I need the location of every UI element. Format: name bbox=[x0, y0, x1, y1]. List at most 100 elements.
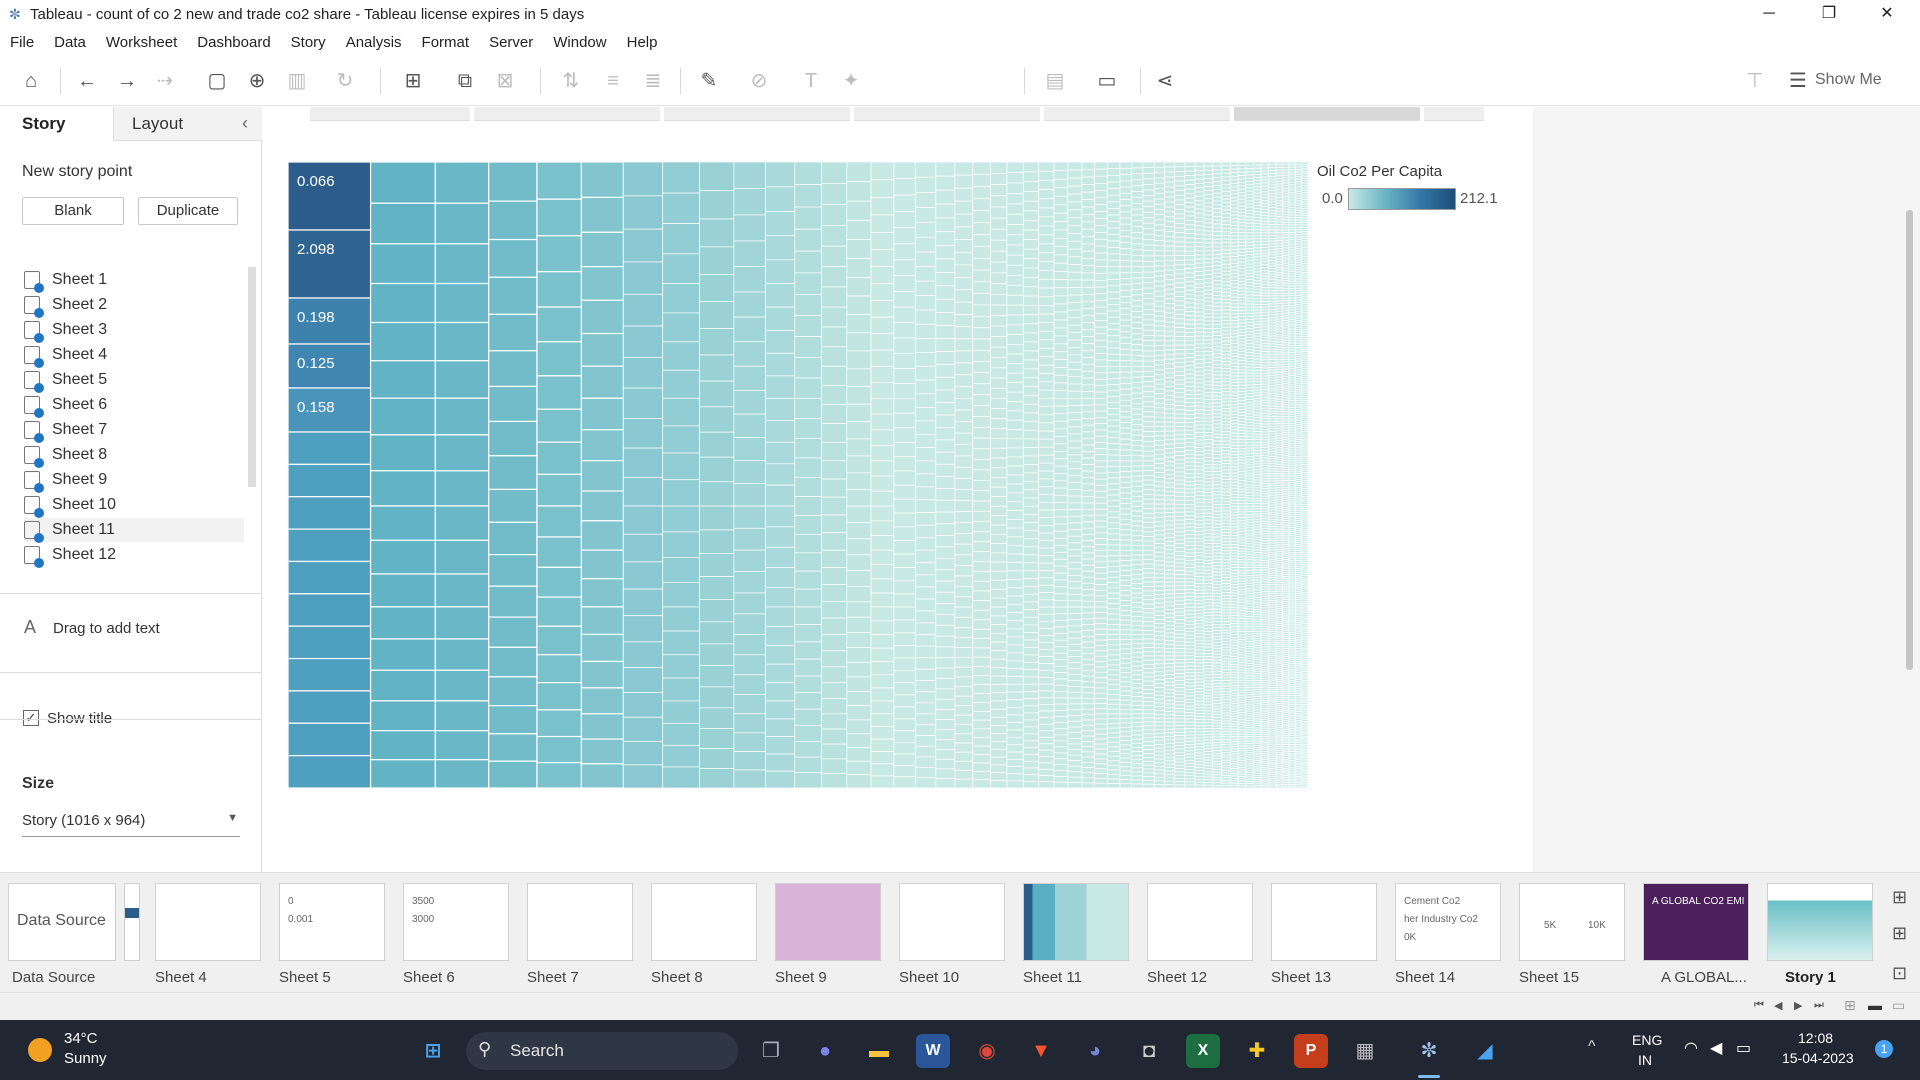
treemap-cell[interactable] bbox=[1203, 293, 1214, 299]
treemap-cell[interactable] bbox=[1081, 670, 1095, 677]
treemap-cell[interactable] bbox=[1221, 580, 1231, 585]
treemap-cell[interactable] bbox=[1142, 672, 1155, 678]
treemap-cell[interactable] bbox=[954, 533, 973, 545]
treemap-cell[interactable] bbox=[1203, 305, 1214, 310]
treemap-cell[interactable] bbox=[1038, 584, 1055, 593]
treemap-cell[interactable] bbox=[622, 293, 664, 327]
treemap-cell[interactable] bbox=[1237, 491, 1247, 496]
treemap-cell[interactable] bbox=[1230, 721, 1239, 725]
treemap-cell[interactable] bbox=[536, 375, 583, 410]
treemap-cell[interactable] bbox=[1237, 602, 1247, 606]
treemap-cell[interactable] bbox=[1194, 473, 1205, 478]
treemap-cell[interactable] bbox=[1260, 619, 1269, 623]
treemap-cell[interactable] bbox=[1268, 198, 1277, 203]
treemap-cell[interactable] bbox=[1094, 197, 1108, 205]
treemap-cell[interactable] bbox=[990, 304, 1008, 317]
treemap-cell[interactable] bbox=[1203, 417, 1214, 422]
treemap-cell[interactable] bbox=[1153, 747, 1165, 753]
treemap-cell[interactable] bbox=[1237, 687, 1247, 691]
treemap-cell[interactable] bbox=[1142, 629, 1155, 635]
treemap-cell[interactable] bbox=[1230, 658, 1239, 662]
treemap-cell[interactable] bbox=[1153, 776, 1165, 782]
treemap-cell[interactable] bbox=[1212, 367, 1222, 372]
treemap-cell[interactable] bbox=[954, 314, 973, 328]
treemap-cell[interactable] bbox=[733, 694, 766, 715]
treemap-cell[interactable] bbox=[1237, 605, 1247, 609]
treemap-cell[interactable] bbox=[1230, 700, 1239, 704]
treemap-cell[interactable] bbox=[1268, 521, 1277, 525]
treemap-cell[interactable] bbox=[1023, 472, 1040, 482]
treemap-cell[interactable] bbox=[1184, 658, 1196, 663]
treemap-cell[interactable] bbox=[1081, 214, 1095, 223]
treemap-cell[interactable] bbox=[1081, 647, 1095, 654]
treemap-cell[interactable] bbox=[1119, 549, 1132, 556]
treemap-cell[interactable] bbox=[1245, 360, 1254, 365]
treemap-cell[interactable] bbox=[1260, 397, 1269, 401]
treemap-cell[interactable] bbox=[1164, 707, 1175, 712]
treemap-cell[interactable] bbox=[1221, 299, 1231, 304]
treemap-cell[interactable] bbox=[1203, 742, 1214, 747]
treemap-cell[interactable] bbox=[893, 753, 916, 766]
treemap-cell[interactable] bbox=[1245, 590, 1254, 594]
treemap-cell[interactable] bbox=[870, 349, 895, 367]
treemap-cell[interactable] bbox=[1067, 488, 1083, 497]
treemap-cell[interactable] bbox=[1260, 318, 1269, 322]
treemap-cell[interactable] bbox=[972, 372, 991, 385]
treemap-cell[interactable] bbox=[1260, 550, 1269, 554]
treemap-cell[interactable] bbox=[1142, 545, 1155, 551]
treemap-cell[interactable] bbox=[1038, 717, 1055, 725]
treemap-cell[interactable] bbox=[1230, 589, 1239, 594]
treemap-cell[interactable] bbox=[1153, 619, 1165, 624]
treemap-cell[interactable] bbox=[1237, 669, 1247, 674]
treemap-cell[interactable] bbox=[1253, 211, 1262, 215]
treemap-cell[interactable] bbox=[915, 622, 937, 635]
treemap-cell[interactable] bbox=[1221, 388, 1231, 393]
drag-to-add-text[interactable]: Drag to add text bbox=[53, 620, 160, 637]
treemap-cell[interactable] bbox=[1194, 279, 1205, 285]
treemap-cell[interactable] bbox=[1153, 193, 1165, 200]
treemap-cell[interactable] bbox=[288, 431, 372, 465]
treemap-cell[interactable] bbox=[1212, 514, 1222, 519]
treemap-cell[interactable] bbox=[1194, 307, 1205, 313]
treemap-cell[interactable] bbox=[1230, 366, 1239, 370]
treemap-cell[interactable] bbox=[1053, 652, 1069, 661]
treemap-cell[interactable] bbox=[1094, 567, 1108, 574]
treemap-cell[interactable] bbox=[1131, 674, 1144, 680]
treemap-cell[interactable] bbox=[1221, 752, 1231, 756]
treemap-cell[interactable] bbox=[1153, 655, 1165, 661]
treemap-cell[interactable] bbox=[1142, 293, 1155, 300]
treemap-cell[interactable] bbox=[1094, 645, 1108, 652]
treemap-cell[interactable] bbox=[488, 585, 538, 618]
treemap-cell[interactable] bbox=[1153, 260, 1165, 267]
treemap-cell[interactable] bbox=[1131, 185, 1144, 192]
treemap-cell[interactable] bbox=[1184, 285, 1196, 291]
treemap-cell[interactable] bbox=[1094, 612, 1108, 619]
treemap-cell[interactable] bbox=[1203, 362, 1214, 367]
treemap-cell[interactable] bbox=[1164, 486, 1175, 492]
treemap-cell[interactable] bbox=[1023, 669, 1040, 678]
treemap-cell[interactable] bbox=[1023, 522, 1040, 532]
treemap-cell[interactable] bbox=[1268, 400, 1277, 404]
treemap-cell[interactable] bbox=[990, 173, 1008, 185]
treemap-cell[interactable] bbox=[1174, 714, 1186, 720]
treemap-cell[interactable] bbox=[972, 246, 991, 259]
treemap-cell[interactable] bbox=[580, 266, 624, 301]
treemap-cell[interactable] bbox=[1212, 440, 1222, 445]
treemap-cell[interactable] bbox=[1245, 548, 1254, 553]
treemap-cell[interactable] bbox=[1106, 774, 1121, 780]
treemap-cell[interactable] bbox=[1194, 626, 1205, 631]
treemap-cell[interactable] bbox=[1067, 468, 1083, 476]
treemap-cell[interactable] bbox=[1081, 184, 1095, 193]
treemap-cell[interactable] bbox=[893, 645, 916, 659]
treemap-cell[interactable] bbox=[369, 700, 436, 732]
treemap-cell[interactable] bbox=[1067, 697, 1083, 705]
treemap-cell[interactable] bbox=[1260, 362, 1269, 366]
treemap-cell[interactable] bbox=[1230, 413, 1239, 418]
treemap-cell[interactable] bbox=[1184, 747, 1196, 752]
treemap-cell[interactable] bbox=[1184, 534, 1196, 539]
treemap-cell[interactable] bbox=[990, 408, 1008, 419]
treemap-cell[interactable] bbox=[1164, 231, 1175, 237]
treemap-cell[interactable] bbox=[1203, 776, 1214, 781]
treemap-cell[interactable] bbox=[1260, 226, 1269, 231]
treemap-cell[interactable] bbox=[1131, 288, 1144, 296]
